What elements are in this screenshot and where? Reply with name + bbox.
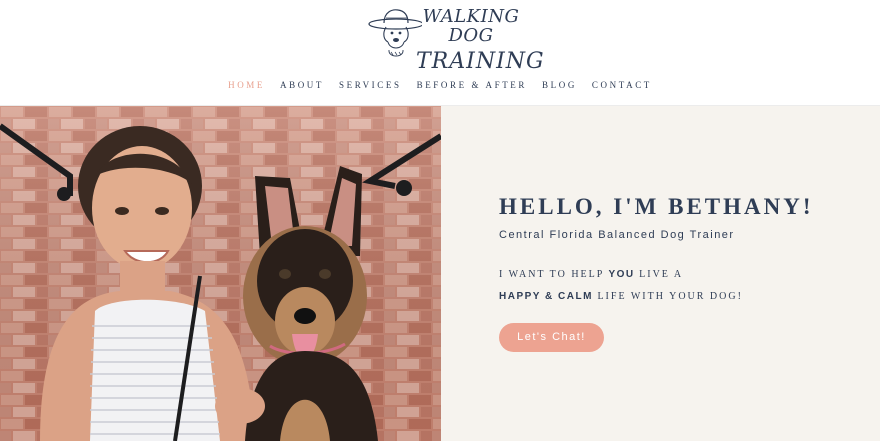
logo-line-1: WALKING DOG bbox=[422, 6, 520, 46]
nav-before-after[interactable]: BEFORE & AFTER bbox=[417, 80, 527, 90]
main-nav: HOME ABOUT SERVICES BEFORE & AFTER BLOG … bbox=[0, 80, 880, 90]
woman-with-puppy-image bbox=[0, 106, 441, 441]
logo-wordmark: WALKING DOG TRAINING bbox=[416, 6, 545, 74]
site-logo[interactable]: WALKING DOG TRAINING bbox=[362, 6, 544, 74]
logo-line-2: TRAINING bbox=[416, 48, 545, 74]
hero-photo bbox=[0, 106, 441, 441]
nav-blog[interactable]: BLOG bbox=[542, 80, 577, 90]
hero-subtitle: Central Florida Balanced Dog Trainer bbox=[499, 229, 735, 241]
site-header: WALKING DOG TRAINING HOME ABOUT SERVICES… bbox=[0, 0, 880, 106]
nav-services[interactable]: SERVICES bbox=[339, 80, 402, 90]
nav-home[interactable]: HOME bbox=[228, 80, 265, 90]
dog-with-hat-icon bbox=[368, 9, 422, 57]
nav-contact[interactable]: CONTACT bbox=[592, 80, 652, 90]
tagline-emphasis: HAPPY & CALM bbox=[499, 291, 593, 302]
nav-about[interactable]: ABOUT bbox=[280, 80, 324, 90]
hero-tagline: I WANT TO HELP YOU LIVE A HAPPY & CALM L… bbox=[499, 264, 743, 308]
tagline-text: I WANT TO HELP bbox=[499, 269, 609, 280]
hero-intro-panel: HELLO, I'M BETHANY! Central Florida Bala… bbox=[441, 106, 880, 441]
tagline-text: LIFE WITH YOUR DOG! bbox=[592, 291, 743, 302]
hero-greeting: HELLO, I'M BETHANY! bbox=[499, 194, 814, 219]
tagline-emphasis: YOU bbox=[608, 269, 635, 280]
tagline-text: LIVE A bbox=[634, 269, 684, 280]
lets-chat-button[interactable]: Let's Chat! bbox=[499, 323, 604, 352]
